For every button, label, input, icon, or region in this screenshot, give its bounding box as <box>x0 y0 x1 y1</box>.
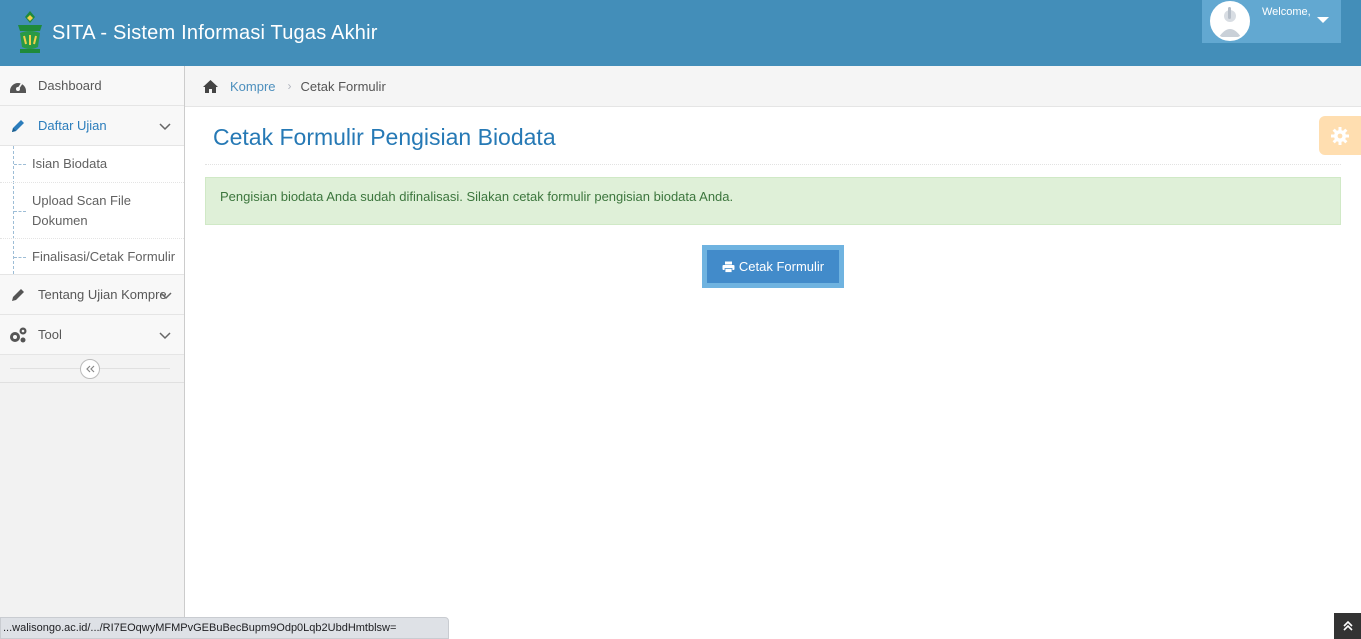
chevron-down-icon <box>159 328 171 343</box>
page-title: Cetak Formulir Pengisian Biodata <box>213 124 556 150</box>
submenu-item-label: Finalisasi/Cetak Formulir <box>32 248 176 264</box>
cogs-icon <box>8 325 28 345</box>
submenu-daftar-ujian: Isian Biodata Upload Scan File Dokumen F… <box>0 146 184 275</box>
user-avatar-icon <box>1212 3 1248 39</box>
user-menu[interactable]: Welcome, <box>1202 0 1341 43</box>
settings-toggle-button[interactable] <box>1319 116 1361 155</box>
welcome-text: Welcome, <box>1262 6 1311 18</box>
submenu-item-upload-scan[interactable]: Upload Scan File Dokumen <box>0 183 184 239</box>
pencil-icon <box>8 285 28 305</box>
sidebar-item-dashboard[interactable]: Dashboard <box>0 66 184 106</box>
avatar <box>1210 1 1250 41</box>
brand[interactable]: SITA - Sistem Informasi Tugas Akhir <box>14 9 378 57</box>
page-header: Cetak Formulir Pengisian Biodata <box>205 108 1341 165</box>
breadcrumb-separator-icon: › <box>287 79 292 93</box>
tachometer-icon <box>8 76 28 96</box>
success-alert: Pengisian biodata Anda sudah difinalisas… <box>205 177 1341 225</box>
university-logo-icon <box>18 11 42 53</box>
breadcrumb-link-kompre[interactable]: Kompre <box>230 79 276 94</box>
sidebar-item-tool[interactable]: Tool <box>0 315 184 355</box>
home-icon[interactable] <box>202 79 219 94</box>
sidebar-item-label: Tentang Ujian Kompre <box>38 287 167 302</box>
print-button-focus-ring: Cetak Formulir <box>702 245 844 288</box>
chevron-down-icon <box>160 288 172 303</box>
sidebar-item-label: Dashboard <box>38 78 102 93</box>
submenu-item-label: Isian Biodata <box>32 156 108 171</box>
double-chevron-up-icon <box>1342 621 1353 631</box>
sidebar-collapse-bar <box>0 355 184 383</box>
submenu-item-label: Upload Scan File Dokumen <box>32 192 131 228</box>
print-button-label: Cetak Formulir <box>738 259 825 274</box>
caret-down-icon <box>1317 17 1329 23</box>
submenu-item-finalisasi[interactable]: Finalisasi/Cetak Formulir <box>0 239 184 274</box>
brand-title: SITA - Sistem Informasi Tugas Akhir <box>52 21 378 44</box>
print-icon <box>722 261 735 273</box>
breadcrumb: Kompre › Cetak Formulir <box>185 66 1361 107</box>
sidebar-item-daftar-ujian[interactable]: Daftar Ujian <box>0 106 184 146</box>
breadcrumb-current: Cetak Formulir <box>300 78 386 94</box>
sidebar-item-tentang-ujian[interactable]: Tentang Ujian Kompre <box>0 275 184 315</box>
submenu-item-isian-biodata[interactable]: Isian Biodata <box>0 146 184 183</box>
top-navbar: SITA - Sistem Informasi Tugas Akhir Welc… <box>0 0 1361 66</box>
double-chevron-left-icon <box>86 365 95 373</box>
chevron-down-icon <box>159 119 171 134</box>
print-form-button[interactable]: Cetak Formulir <box>707 250 839 283</box>
sidebar-collapse-button[interactable] <box>80 359 100 379</box>
status-bar-url: ...walisongo.ac.id/.../RI7EOqwyMFMPvGEBu… <box>0 617 449 639</box>
gear-icon <box>1331 126 1349 145</box>
sidebar: Dashboard Daftar Ujian Isian Biodata Upl… <box>0 66 185 639</box>
scroll-to-top-button[interactable] <box>1334 613 1361 639</box>
sidebar-item-label: Daftar Ujian <box>38 118 107 133</box>
pencil-icon <box>8 116 28 136</box>
sidebar-item-label: Tool <box>38 327 62 342</box>
